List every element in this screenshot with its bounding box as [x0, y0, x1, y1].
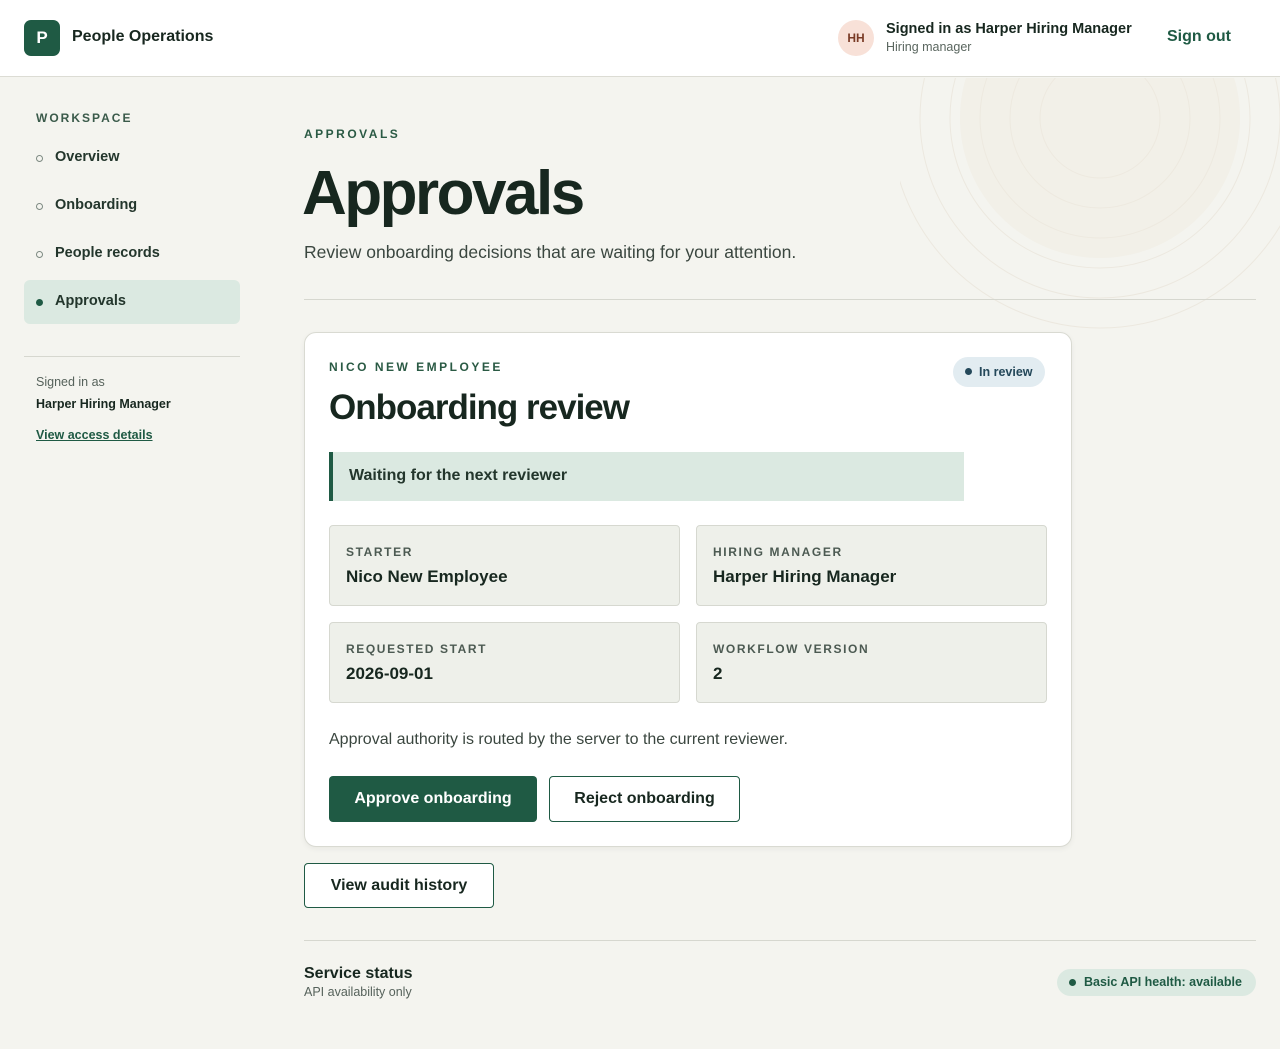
signed-in-user: Signed in as Harper Hiring Manager: [886, 21, 1132, 37]
sidebar-item-label: Onboarding: [55, 197, 138, 213]
approve-onboarding-button[interactable]: Approve onboarding: [329, 776, 537, 822]
field-hiring-manager: HIRING MANAGER Harper Hiring Manager: [696, 525, 1047, 606]
sidebar-signed-in-label: Signed in as: [36, 375, 105, 389]
sidebar-item-onboarding[interactable]: Onboarding: [24, 184, 240, 228]
nav-dot-icon: [36, 251, 43, 258]
field-label: STARTER: [346, 545, 413, 559]
field-label: REQUESTED START: [346, 642, 488, 656]
sidebar-divider: [24, 356, 240, 357]
top-bar: P People Operations HH Signed in as Harp…: [0, 0, 1280, 77]
service-status-title: Service status: [304, 965, 413, 982]
nav-dot-icon: [36, 155, 43, 162]
status-dot-icon: [1069, 979, 1076, 986]
api-health-label: Basic API health: available: [1084, 975, 1242, 989]
nav-dot-icon: [36, 299, 43, 306]
sidebar-heading: WORKSPACE: [36, 111, 133, 125]
main-divider: [304, 299, 1256, 300]
field-value: 2026-09-01: [346, 664, 433, 683]
reject-onboarding-button[interactable]: Reject onboarding: [549, 776, 740, 822]
api-health-badge: Basic API health: available: [1057, 969, 1256, 996]
field-workflow-version: WORKFLOW VERSION 2: [696, 622, 1047, 703]
field-value: Nico New Employee: [346, 567, 508, 586]
sidebar-item-overview[interactable]: Overview: [24, 136, 240, 180]
sidebar-item-label: People records: [55, 245, 160, 261]
sidebar-item-label: Approvals: [55, 293, 126, 309]
field-label: HIRING MANAGER: [713, 545, 843, 559]
field-value: Harper Hiring Manager: [713, 567, 897, 586]
avatar: HH: [838, 20, 874, 56]
field-requested-start: REQUESTED START 2026-09-01: [329, 622, 680, 703]
field-starter: STARTER Nico New Employee: [329, 525, 680, 606]
status-dot-icon: [965, 368, 972, 375]
app-logo[interactable]: P: [24, 20, 60, 56]
view-audit-history-button[interactable]: View audit history: [304, 863, 494, 908]
status-divider: [304, 940, 1256, 941]
page-eyebrow: APPROVALS: [304, 127, 401, 141]
employee-name-eyebrow: NICO NEW EMPLOYEE: [329, 360, 503, 374]
sidebar-item-label: Overview: [55, 149, 120, 165]
nav-dot-icon: [36, 203, 43, 210]
onboarding-review-card: NICO NEW EMPLOYEE In review Onboarding r…: [304, 332, 1072, 847]
page-title: Approvals: [302, 159, 585, 228]
reviewer-notice-text: Waiting for the next reviewer: [349, 467, 568, 484]
page-subtitle: Review onboarding decisions that are wai…: [304, 242, 797, 262]
sign-out-button[interactable]: Sign out: [1167, 28, 1231, 46]
field-value: 2: [713, 664, 723, 683]
service-status-subtitle: API availability only: [304, 985, 412, 999]
status-badge: In review: [953, 357, 1045, 387]
app-name[interactable]: People Operations: [72, 28, 213, 46]
card-title: Onboarding review: [329, 388, 630, 427]
field-label: WORKFLOW VERSION: [713, 642, 870, 656]
user-role: Hiring manager: [886, 40, 972, 54]
status-badge-label: In review: [979, 365, 1033, 379]
sidebar-item-people-records[interactable]: People records: [24, 232, 240, 276]
reviewer-notice: Waiting for the next reviewer: [329, 452, 964, 501]
sidebar-user-name: Harper Hiring Manager: [36, 397, 171, 411]
view-access-details-link[interactable]: View access details: [36, 428, 153, 442]
approval-routing-note: Approval authority is routed by the serv…: [329, 731, 788, 748]
sidebar-item-approvals[interactable]: Approvals: [24, 280, 240, 324]
